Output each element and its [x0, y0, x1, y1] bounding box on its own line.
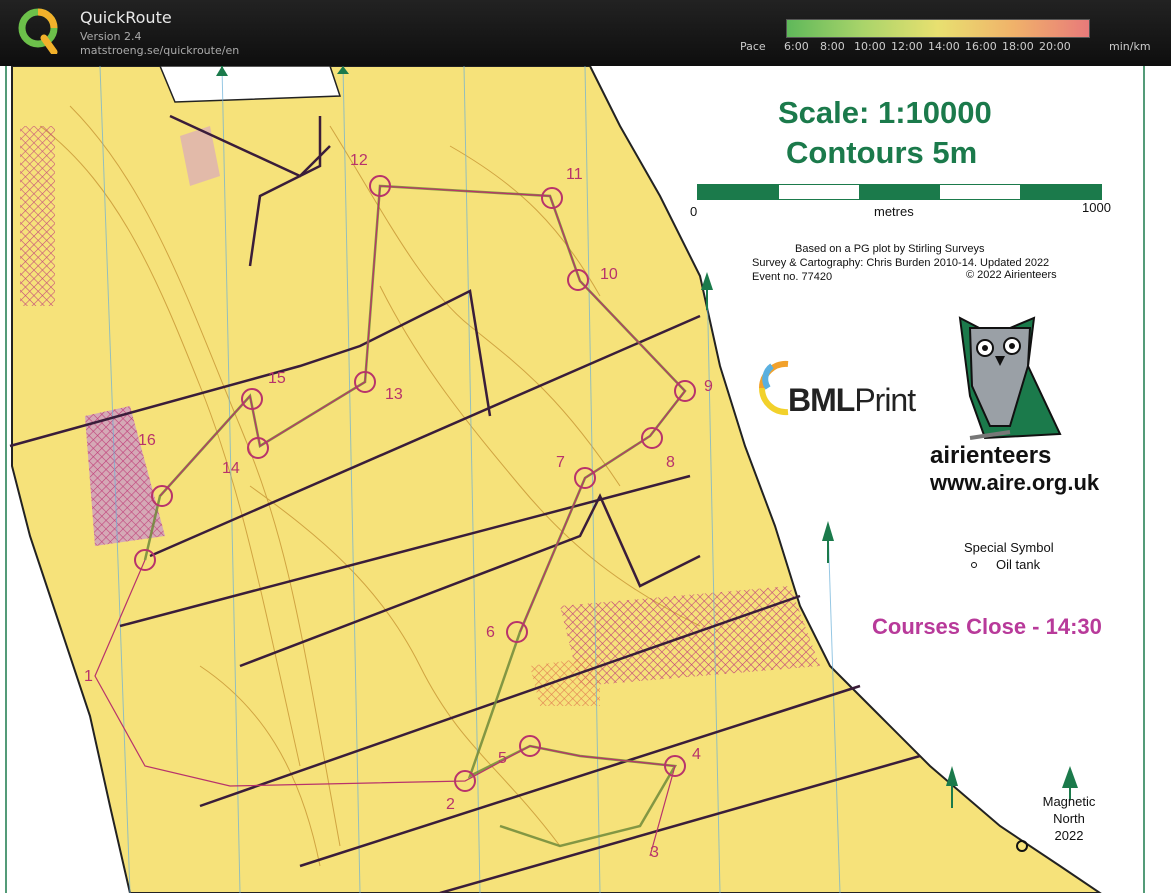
pace-tick: 10:00 [854, 40, 886, 53]
map-canvas[interactable]: Scale: 1:10000 Contours 5m 0 metres 1000… [0, 66, 1171, 893]
pace-tick-labels: 6:00 8:00 10:00 12:00 14:00 16:00 18:00 … [784, 40, 1094, 54]
top-bar: QuickRoute Version 2.4 matstroeng.se/qui… [0, 0, 1171, 66]
control-number: 12 [350, 152, 368, 169]
pace-tick: 14:00 [928, 40, 960, 53]
app-url[interactable]: matstroeng.se/quickroute/en [80, 44, 239, 57]
app-version: Version 2.4 [80, 30, 142, 43]
control-number: 6 [486, 624, 495, 641]
control-number: 10 [600, 266, 618, 283]
map-credit-line: Event no. 77420 [752, 271, 833, 283]
map-scale-text: Scale: 1:10000 [778, 95, 992, 130]
map-credit-line: © 2022 Airienteers [966, 269, 1057, 281]
pace-tick: 8:00 [820, 40, 845, 53]
control-number: 5 [498, 750, 507, 767]
control-number: 4 [692, 746, 701, 763]
control-number: 11 [566, 166, 583, 183]
scalebar-end: 1000 [1082, 200, 1111, 215]
control-number: 1 [84, 668, 93, 685]
pace-tick: 18:00 [1002, 40, 1034, 53]
pace-tick: 16:00 [965, 40, 997, 53]
oil-tank-label: Oil tank [996, 557, 1041, 572]
map-contours-text: Contours 5m [786, 135, 978, 170]
control-number: 3 [650, 844, 659, 861]
club-website: www.aire.org.uk [930, 470, 1100, 495]
quickroute-window: QuickRoute Version 2.4 matstroeng.se/qui… [0, 0, 1171, 893]
scalebar-start: 0 [690, 204, 698, 219]
app-title: QuickRoute [80, 8, 172, 27]
pace-tick: 20:00 [1039, 40, 1071, 53]
club-name: airienteers [930, 442, 1052, 469]
control-number: 2 [446, 796, 455, 813]
courses-close-text: Courses Close - 14:30 [872, 614, 1102, 639]
special-symbol-title: Special Symbol [964, 540, 1054, 555]
map-credit-line: Based on a PG plot by Stirling Surveys [795, 243, 985, 255]
scalebar-unit: metres [874, 204, 914, 219]
owl-logo-icon [958, 316, 1062, 440]
control-number: 15 [268, 370, 286, 387]
control-number: 9 [704, 378, 713, 395]
sponsor-logo-text: BMLPrint [788, 382, 916, 418]
pace-label: Pace [740, 40, 766, 53]
pace-color-legend [786, 19, 1090, 38]
scale-bar [697, 184, 1102, 200]
control-number: 13 [385, 386, 403, 403]
quickroute-logo-icon [18, 8, 58, 54]
control-number: 8 [666, 454, 675, 471]
pace-tick: 12:00 [891, 40, 923, 53]
map-credit-line: Survey & Cartography: Chris Burden 2010-… [752, 257, 1050, 269]
magnetic-north-label: Magnetic [1042, 794, 1096, 809]
magnetic-north-label: North [1053, 811, 1085, 826]
pace-unit: min/km [1109, 40, 1151, 53]
control-number: 14 [222, 460, 240, 477]
pace-tick: 6:00 [784, 40, 809, 53]
magnetic-north-label: 2022 [1054, 828, 1084, 843]
control-number: 7 [556, 454, 565, 471]
control-number: 16 [138, 432, 156, 449]
